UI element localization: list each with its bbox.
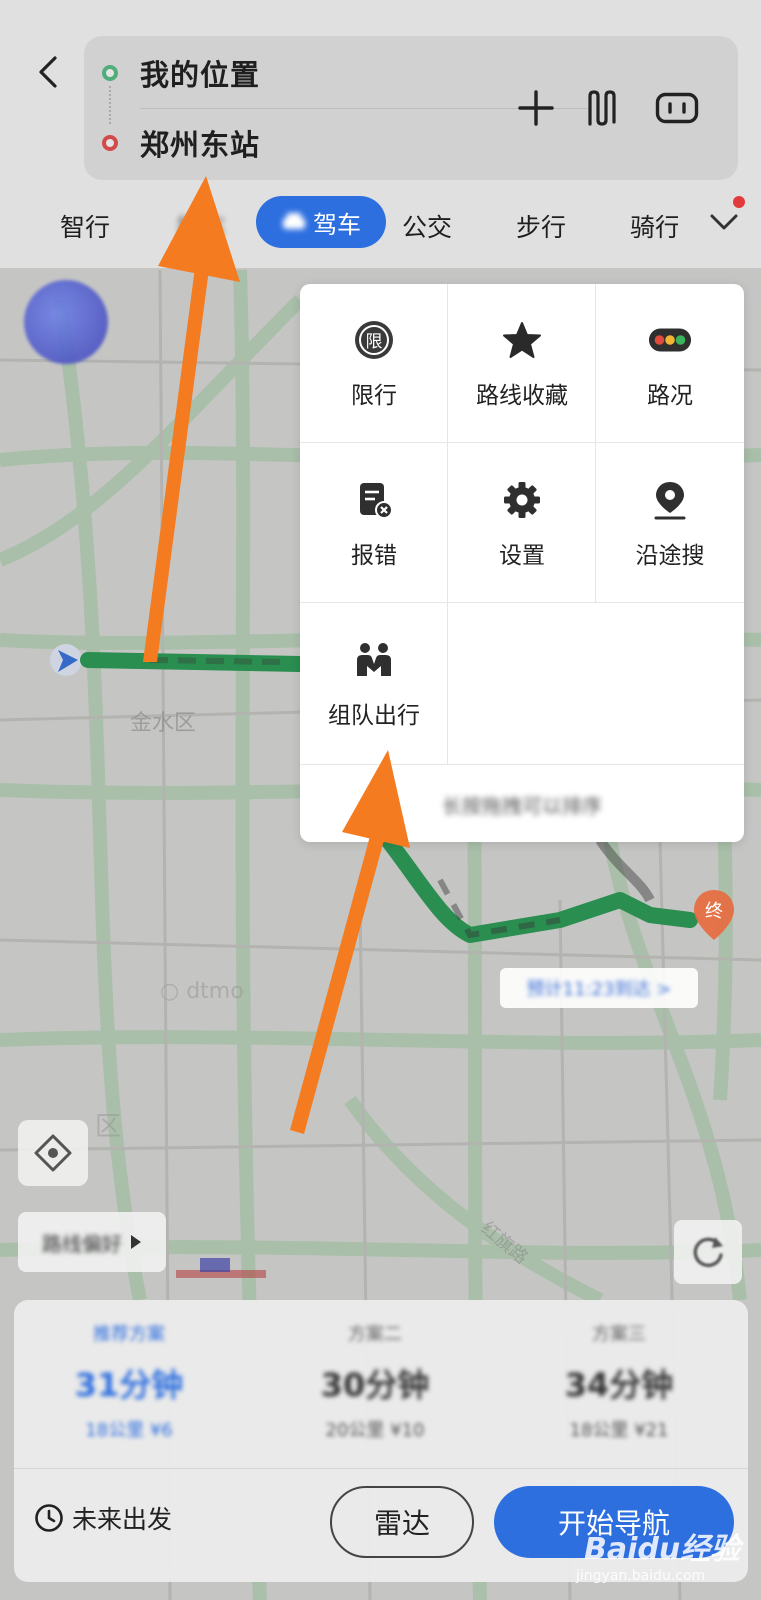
menu-footer-hint: 长按拖拽可以排序 xyxy=(300,767,744,842)
route-tools-menu: 限 限行 路线收藏 路况 报错 设置 沿途搜 组队出行 长按拖拽可以排序 xyxy=(300,284,744,842)
menu-item-restriction[interactable]: 限 限行 xyxy=(300,284,448,444)
watermark-logo: Baidu经验 xyxy=(584,1532,741,1567)
origin-dot-icon xyxy=(102,65,118,81)
clock-icon xyxy=(35,1504,63,1532)
depart-later-button[interactable]: 未来出发 xyxy=(34,1494,172,1542)
depart-later-label: 未来出发 xyxy=(72,1505,173,1534)
tab-bus[interactable]: 公交 xyxy=(402,208,452,244)
plan-duration: 34分钟 xyxy=(564,1366,674,1404)
top-search-bar: 我的位置 郑州东站 智行 打车 驾车 公交 步行 骑行 xyxy=(0,0,761,268)
destination-label: 郑州东站 xyxy=(140,128,261,162)
radar-badge[interactable] xyxy=(24,280,108,364)
eta-chip-text: 预计11:23到达 > xyxy=(526,979,672,1000)
menu-footer-text: 长按拖拽可以排序 xyxy=(442,794,602,818)
plan-info: 18公里 ¥6 xyxy=(85,1420,173,1441)
menu-item-label: 路线收藏 xyxy=(476,383,568,409)
chevron-left-icon xyxy=(39,56,57,88)
route-preference-button[interactable]: 路线偏好 xyxy=(18,1212,166,1272)
add-waypoint-button[interactable] xyxy=(512,84,560,132)
restriction-icon: 限 xyxy=(352,318,396,362)
plan-name: 方案三 xyxy=(592,1324,646,1345)
tab-drive[interactable]: 驾车 xyxy=(256,196,386,248)
tab-drive-label: 驾车 xyxy=(313,210,361,239)
plan-card-recommended[interactable]: 推荐方案 31分钟 18公里 ¥6 xyxy=(14,1314,244,1454)
svg-text:终: 终 xyxy=(705,901,723,922)
origin-field[interactable]: 我的位置 xyxy=(84,42,504,104)
menu-item-label: 组队出行 xyxy=(328,703,420,729)
play-icon xyxy=(131,1235,141,1249)
plus-icon xyxy=(518,90,554,126)
tab-smart[interactable]: 智行 xyxy=(60,208,110,244)
plan-card-3[interactable]: 方案三 34分钟 18公里 ¥21 xyxy=(504,1314,734,1454)
menu-item-label: 限行 xyxy=(351,383,397,409)
more-options-button[interactable] xyxy=(652,84,702,132)
plan-duration: 30分钟 xyxy=(320,1366,430,1404)
destination-field[interactable]: 郑州东站 xyxy=(84,112,504,174)
swap-route-button[interactable] xyxy=(578,84,626,132)
chevron-down-icon xyxy=(710,214,738,230)
watermark: Baidu经验 jingyan.baidu.com xyxy=(570,1520,750,1590)
team-icon xyxy=(352,638,396,682)
tab-walk[interactable]: 步行 xyxy=(516,208,566,244)
svg-text:限: 限 xyxy=(366,332,383,352)
swap-icon xyxy=(588,90,616,126)
locate-icon xyxy=(34,1134,72,1172)
menu-item-search-along[interactable]: 沿途搜 xyxy=(596,444,744,604)
plan-duration: 31分钟 xyxy=(74,1366,184,1404)
plan-name: 推荐方案 xyxy=(93,1324,165,1345)
more-icon xyxy=(655,92,699,124)
notification-dot xyxy=(733,196,745,208)
tab-bike[interactable]: 骑行 xyxy=(630,208,678,244)
menu-item-settings[interactable]: 设置 xyxy=(448,444,596,604)
menu-item-label: 设置 xyxy=(499,543,545,569)
plan-card-2[interactable]: 方案二 30分钟 20公里 ¥10 xyxy=(260,1314,490,1454)
plan-info: 20公里 ¥10 xyxy=(325,1420,425,1441)
menu-grid-line xyxy=(300,764,744,765)
tab-taxi[interactable]: 打车 xyxy=(176,208,226,244)
traffic-light-icon xyxy=(648,318,692,362)
menu-item-label: 路况 xyxy=(647,383,693,409)
panel-divider xyxy=(14,1468,748,1469)
car-icon xyxy=(283,213,305,229)
locate-button[interactable] xyxy=(18,1120,88,1186)
watermark-url: jingyan.baidu.com xyxy=(576,1568,706,1584)
refresh-route-button[interactable] xyxy=(674,1220,742,1284)
star-icon xyxy=(500,318,544,362)
report-error-icon xyxy=(352,478,396,522)
route-card: 我的位置 郑州东站 xyxy=(84,36,738,180)
eta-chip[interactable]: 预计11:23到达 > xyxy=(500,968,698,1008)
menu-item-team-travel[interactable]: 组队出行 xyxy=(300,604,448,764)
menu-item-favorite-route[interactable]: 路线收藏 xyxy=(448,284,596,444)
gear-icon xyxy=(500,478,544,522)
menu-item-label: 沿途搜 xyxy=(635,543,705,569)
expand-tabs-button[interactable] xyxy=(706,204,742,240)
menu-item-traffic[interactable]: 路况 xyxy=(596,284,744,444)
back-button[interactable] xyxy=(30,52,66,92)
route-preference-label: 路线偏好 xyxy=(42,1231,122,1256)
refresh-icon xyxy=(693,1237,723,1268)
transport-tabs: 智行 打车 驾车 公交 步行 骑行 xyxy=(0,190,761,260)
plan-name: 方案二 xyxy=(348,1324,402,1345)
location-pin-icon xyxy=(648,478,692,522)
menu-item-report[interactable]: 报错 xyxy=(300,444,448,604)
destination-pin-icon[interactable]: 终 xyxy=(690,888,738,948)
destination-dot-icon xyxy=(102,135,118,151)
origin-label: 我的位置 xyxy=(140,58,261,92)
menu-item-label: 报错 xyxy=(351,543,397,569)
plan-info: 18公里 ¥21 xyxy=(569,1420,669,1441)
radar-button[interactable]: 雷达 xyxy=(330,1486,474,1558)
